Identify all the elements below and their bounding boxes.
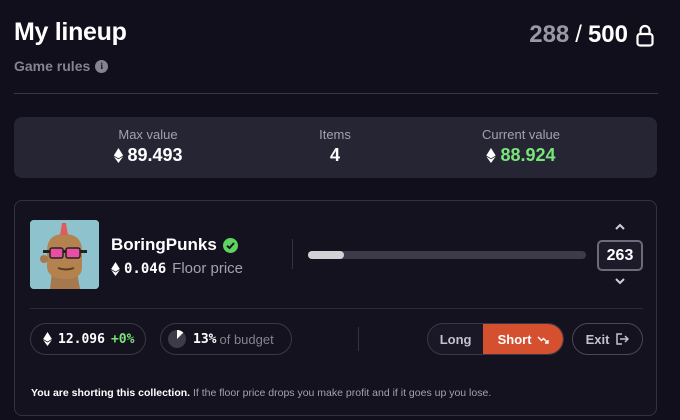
max-value-label: Max value [118,127,178,142]
amount-stepper: 263 [597,221,643,289]
eth-icon [486,148,497,163]
budget-share-label: of budget [219,331,274,347]
info-icon[interactable]: i [95,59,109,73]
short-explanation-bold: You are shorting this collection. [31,387,191,399]
stats-panel: Max value 89.493 Items 4 Current value 8… [14,117,657,178]
position-value-pill: 12.096 +0% [30,323,146,355]
max-value-stat: Max value 89.493 [113,127,183,166]
budget-share-pill: 13% of budget [160,323,292,355]
lineup-page: My lineup Game rules i 288 / 500 Max val… [0,0,680,420]
short-explanation-text: If the floor price drops you make profit… [190,387,492,399]
game-rules-label: Game rules [14,58,91,74]
collection-avatar [30,220,99,289]
short-explanation: You are shorting this collection. If the… [31,387,491,399]
current-value-label: Current value [481,127,561,142]
items-label: Items [319,127,351,142]
budget-counter: 288 / 500 [529,21,654,49]
current-value-amount: 88.924 [500,145,556,165]
items-count: 4 [329,145,341,165]
collection-card: BoringPunks 0.046 Floor price 263 12.096… [14,200,657,416]
amount-slider-fill[interactable] [308,251,345,259]
current-value-stat: Current value 88.924 [482,127,560,166]
lock-icon [636,24,654,47]
eth-icon [113,148,124,163]
current-value: 88.924 [482,145,560,166]
chevron-up-icon[interactable] [614,223,626,231]
max-value-amount: 89.493 [127,145,183,165]
pie-chart-icon [167,329,187,349]
floor-price: 0.046 Floor price [111,260,243,277]
position-value: 12.096 [58,331,105,347]
vertical-divider [358,327,359,351]
long-button[interactable]: Long [428,324,483,354]
header-divider [14,93,658,94]
budget-percent: 13% [193,331,217,347]
floor-price-value: 0.046 [124,260,167,277]
short-button[interactable]: Short [483,324,563,354]
trend-down-icon [537,335,549,344]
game-rules-link[interactable]: Game rules i [14,58,109,74]
collection-name-text: BoringPunks [111,235,217,254]
exit-icon [615,333,630,345]
max-value: 89.493 [113,145,183,166]
short-button-label: Short [497,331,532,347]
exit-button[interactable]: Exit [572,323,643,355]
amount-slider[interactable] [308,251,586,259]
card-divider [30,308,643,309]
verified-icon [222,237,238,253]
amount-input[interactable]: 263 [597,240,643,271]
position-change: +0% [110,331,135,347]
items-stat: Items 4 [319,127,351,166]
page-title: My lineup [14,18,127,46]
eth-icon [111,261,120,276]
position-direction-toggle: Long Short [427,323,564,355]
budget-total: 500 [587,21,628,48]
exit-button-label: Exit [585,331,610,347]
eth-icon [43,332,52,346]
collection-name[interactable]: BoringPunks [111,235,238,255]
budget-separator: / [575,21,582,48]
floor-price-label: Floor price [172,260,244,277]
budget-used: 288 [529,21,570,48]
vertical-divider [292,239,293,269]
chevron-down-icon[interactable] [614,277,626,285]
